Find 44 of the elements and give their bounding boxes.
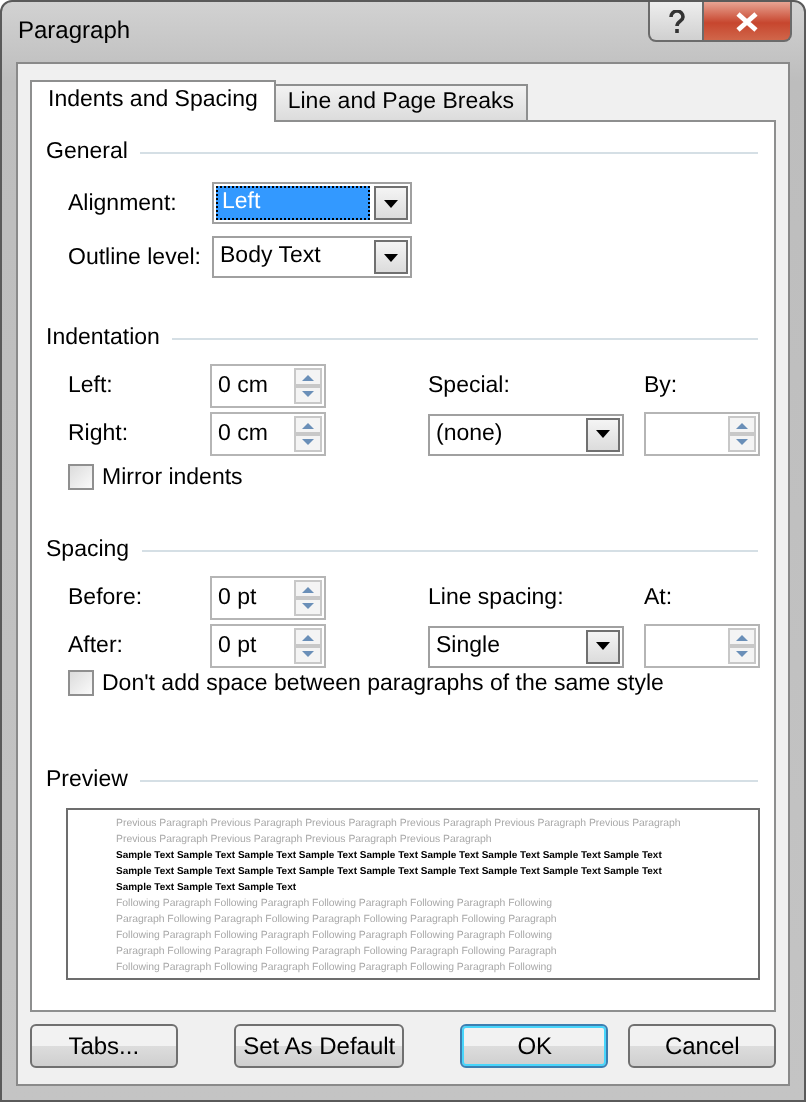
checkbox[interactable] — [68, 670, 94, 696]
checkbox[interactable] — [68, 464, 94, 490]
field-label: By: — [644, 374, 680, 398]
close-button[interactable] — [704, 2, 792, 42]
field-label: After: — [68, 634, 125, 658]
dialog-button[interactable]: Tabs... — [30, 1024, 178, 1068]
section-heading: Indentation — [46, 326, 160, 350]
dropdown[interactable]: Body Text — [212, 236, 412, 278]
spin-arrows-icon — [728, 628, 756, 664]
spin-field[interactable]: 0 cm — [210, 364, 326, 408]
spin-arrows-icon — [294, 628, 322, 664]
field-label: Alignment: — [68, 191, 179, 215]
section-heading: General — [46, 140, 128, 164]
spin-field[interactable]: 0 cm — [210, 412, 326, 456]
dialog-button[interactable]: Cancel — [628, 1024, 777, 1068]
spin-arrows-icon — [294, 580, 322, 616]
checkbox-label: Mirror indents — [102, 465, 243, 489]
dropdown[interactable]: (none) — [428, 413, 624, 455]
spin-field[interactable] — [644, 412, 760, 456]
checkbox-label: Don't add space between paragraphs of the same style — [102, 671, 664, 695]
spin-arrows-icon — [294, 368, 322, 404]
section-heading: Preview — [46, 768, 128, 792]
field-label: Outline level: — [68, 245, 203, 269]
spin-arrows-icon — [728, 416, 756, 452]
spin-arrows-icon — [294, 416, 322, 452]
window-title: Paragraph — [18, 16, 131, 44]
dropdown[interactable]: Single — [428, 625, 624, 667]
field-label: Before: — [68, 586, 145, 610]
field-label: Special: — [428, 374, 512, 398]
help-button[interactable] — [648, 2, 704, 42]
spin-field[interactable] — [644, 624, 760, 668]
close-icon — [736, 11, 758, 31]
spin-field[interactable]: 0 pt — [210, 576, 326, 620]
section-heading: Spacing — [46, 538, 130, 562]
dialog-button[interactable]: Set As Default — [233, 1024, 405, 1068]
spin-field[interactable]: 0 pt — [210, 624, 326, 668]
tab[interactable]: Line and Page Breaks — [273, 84, 529, 120]
dialog-button[interactable]: OK — [460, 1024, 609, 1068]
field-label: At: — [644, 586, 675, 610]
field-label: Left: — [68, 374, 115, 398]
field-label: Right: — [68, 422, 131, 446]
tab[interactable]: Indents and Spacing — [30, 80, 276, 122]
field-label: Line spacing: — [428, 586, 566, 610]
help-icon — [667, 9, 685, 33]
